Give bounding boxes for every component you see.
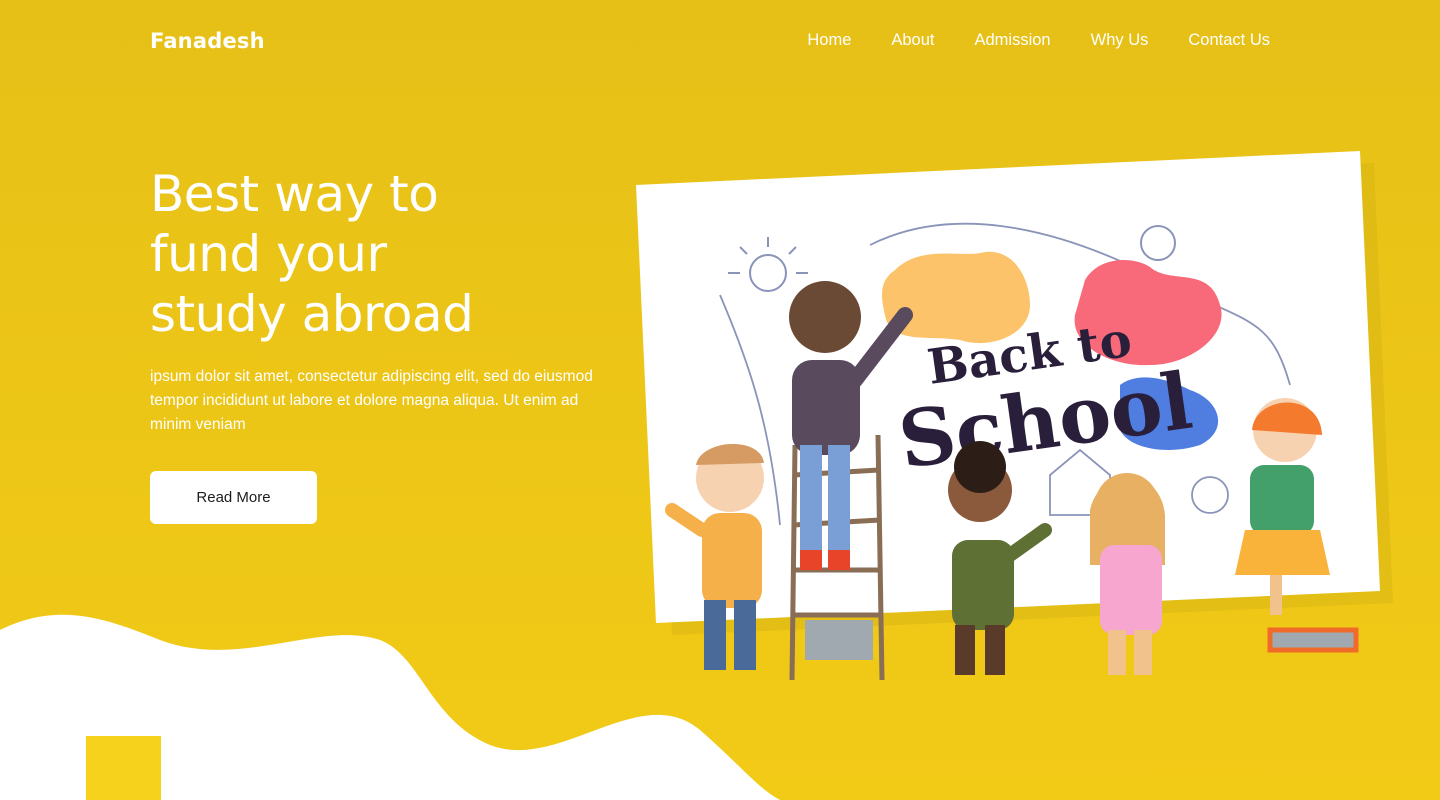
hero-title-line: Best way to — [150, 165, 439, 223]
hero-description: ipsum dolor sit amet, consectetur adipis… — [150, 368, 593, 433]
nav-about[interactable]: About — [891, 31, 934, 50]
wave-shape — [0, 614, 780, 800]
main-menu: Home About Admission Why Us Contact Us — [807, 31, 1270, 50]
accent-block — [86, 736, 161, 800]
top-navbar: Fanadesh Home About Admission Why Us Con… — [0, 0, 1440, 84]
hero-title-line: fund your — [150, 225, 387, 283]
hero-title-line: study abroad — [150, 285, 474, 343]
nav-why-us[interactable]: Why Us — [1091, 31, 1149, 50]
nav-home[interactable]: Home — [807, 31, 851, 50]
nav-contact-us[interactable]: Contact Us — [1188, 31, 1270, 50]
read-more-button[interactable]: Read More — [150, 471, 317, 524]
nav-admission[interactable]: Admission — [975, 31, 1051, 50]
hero-title: Best way to fund your study abroad — [150, 164, 610, 344]
brand-logo[interactable]: Fanadesh — [150, 29, 265, 53]
